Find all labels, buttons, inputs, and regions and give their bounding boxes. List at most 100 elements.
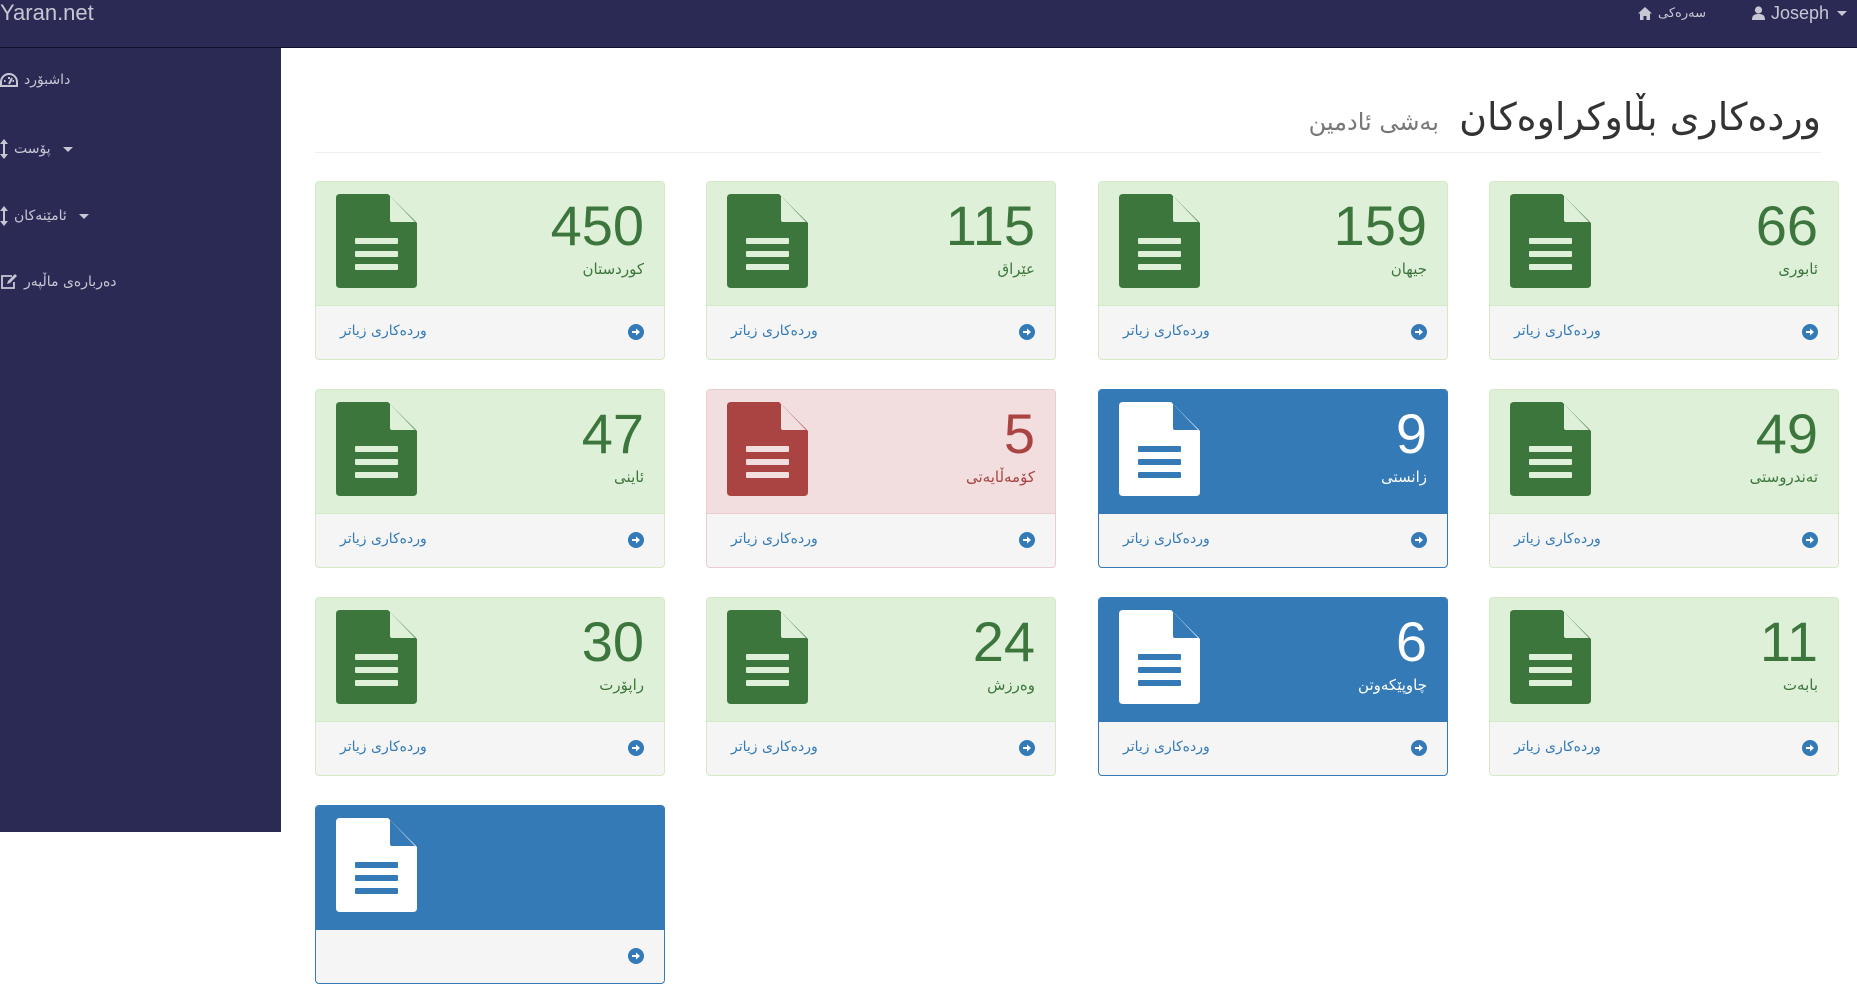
panel-count: 11 — [1759, 610, 1818, 673]
panel-heading: 11 بابەت — [1490, 598, 1838, 722]
arrow-circle-right-icon — [1802, 532, 1818, 548]
arrow-circle-right-icon — [628, 324, 644, 340]
panel-heading: 5 کۆمەڵایەتی — [707, 390, 1055, 514]
user-icon — [1752, 6, 1765, 20]
panel-heading: 9 زانستی — [1099, 390, 1447, 514]
sort-arrows-icon — [0, 139, 8, 159]
panel-category: جیهان — [1390, 260, 1427, 278]
user-menu[interactable]: Joseph — [1752, 2, 1848, 24]
view-details-link[interactable]: وردەکاری زیاتر — [316, 514, 664, 567]
sidebar-item-label: داشبۆرد — [24, 72, 71, 88]
view-details-label: وردەکاری زیاتر — [731, 323, 818, 339]
view-details-link[interactable] — [316, 930, 664, 983]
user-name: Joseph — [1771, 2, 1830, 23]
view-details-link[interactable]: وردەکاری زیاتر — [707, 514, 1055, 567]
view-details-label: وردەکاری زیاتر — [1514, 323, 1601, 339]
panel-count: 30 — [581, 610, 644, 673]
sidebar: داشبۆرد پۆست ئامێنەکان دەربارەی ماڵپەر — [0, 48, 281, 832]
brand-link[interactable]: Yaran.net — [0, 0, 94, 28]
document-icon — [336, 194, 417, 288]
view-details-link[interactable]: وردەکاری زیاتر — [1490, 306, 1838, 359]
panel-heading: 66 ئابوری — [1490, 182, 1838, 306]
panel-heading: 6 چاوپێکەوتن — [1099, 598, 1447, 722]
view-details-label: وردەکاری زیاتر — [731, 531, 818, 547]
panel-count: 450 — [550, 194, 644, 257]
document-icon — [336, 610, 417, 704]
view-details-link[interactable]: وردەکاری زیاتر — [707, 722, 1055, 775]
page-title: وردەکاری بڵاوکراوەکان بەشی ئادمین — [1309, 92, 1821, 147]
panel-count: 9 — [1395, 402, 1427, 465]
panel-category: ئاینی — [614, 468, 644, 486]
panel-heading: 49 تەندروستی — [1490, 390, 1838, 514]
panel-heading: 115 عێراق — [707, 182, 1055, 306]
page-title-text: وردەکاری بڵاوکراوەکان — [1459, 95, 1821, 139]
view-details-link[interactable]: وردەکاری زیاتر — [316, 722, 664, 775]
view-details-link[interactable]: وردەکاری زیاتر — [316, 306, 664, 359]
document-icon — [1510, 402, 1591, 496]
arrow-circle-right-icon — [1019, 532, 1035, 548]
panel-count: 47 — [581, 402, 644, 465]
arrow-circle-right-icon — [1019, 324, 1035, 340]
stat-panel: 66 ئابوری وردەکاری زیاتر — [1489, 181, 1839, 360]
view-details-link[interactable]: وردەکاری زیاتر — [1099, 514, 1447, 567]
arrow-circle-right-icon — [628, 948, 644, 964]
document-icon — [1510, 610, 1591, 704]
stat-panel: 47 ئاینی وردەکاری زیاتر — [315, 389, 665, 568]
sort-arrows-icon — [0, 206, 8, 226]
sidebar-item-label: ئامێنەکان — [14, 208, 67, 224]
stat-panel: 9 زانستی وردەکاری زیاتر — [1098, 389, 1448, 568]
panel-heading: 159 جیهان — [1099, 182, 1447, 306]
panel-heading — [316, 806, 664, 930]
view-details-label: وردەکاری زیاتر — [340, 531, 427, 547]
stat-panel: 159 جیهان وردەکاری زیاتر — [1098, 181, 1448, 360]
panel-count: 5 — [1003, 402, 1035, 465]
document-icon — [336, 402, 417, 496]
sidebar-item-dashboard[interactable]: داشبۆرد — [0, 67, 70, 93]
panel-category: تەندروستی — [1749, 468, 1818, 486]
view-details-label: وردەکاری زیاتر — [340, 323, 427, 339]
arrow-circle-right-icon — [628, 740, 644, 756]
dashboard-icon — [0, 73, 18, 87]
document-icon — [1510, 194, 1591, 288]
arrow-circle-right-icon — [1411, 532, 1427, 548]
sidebar-item-label: دەربارەی ماڵپەر — [24, 274, 117, 290]
stat-panel: 6 چاوپێکەوتن وردەکاری زیاتر — [1098, 597, 1448, 776]
arrow-circle-right-icon — [1802, 324, 1818, 340]
stat-panel: 49 تەندروستی وردەکاری زیاتر — [1489, 389, 1839, 568]
document-icon — [1119, 610, 1200, 704]
view-details-label: وردەکاری زیاتر — [1123, 531, 1210, 547]
home-icon — [1638, 6, 1652, 20]
panel-category: عێراق — [997, 260, 1035, 278]
view-details-link[interactable]: وردەکاری زیاتر — [1099, 722, 1447, 775]
sidebar-item-about[interactable]: دەربارەی ماڵپەر — [0, 269, 117, 295]
view-details-link[interactable]: وردەکاری زیاتر — [1099, 306, 1447, 359]
view-details-label: وردەکاری زیاتر — [1123, 323, 1210, 339]
panel-category: کوردستان — [582, 260, 645, 278]
panel-count: 66 — [1755, 194, 1818, 257]
panel-category: ئابوری — [1778, 260, 1818, 278]
sidebar-item-posts[interactable]: پۆست — [0, 136, 73, 162]
stat-panel: 5 کۆمەڵایەتی وردەکاری زیاتر — [706, 389, 1056, 568]
home-label: سەرەکی — [1658, 5, 1706, 21]
panel-count: 159 — [1333, 194, 1427, 257]
panel-count: 115 — [945, 194, 1035, 257]
chevron-down-icon — [62, 146, 73, 152]
sidebar-item-settings[interactable]: ئامێنەکان — [0, 203, 89, 229]
top-navbar: Yaran.net سەرەکی Joseph — [0, 0, 1857, 48]
stat-panel: 24 وەرزش وردەکاری زیاتر — [706, 597, 1056, 776]
stat-panel: 450 کوردستان وردەکاری زیاتر — [315, 181, 665, 360]
page-header: وردەکاری بڵاوکراوەکان بەشی ئادمین — [315, 82, 1821, 153]
view-details-label: وردەکاری زیاتر — [1514, 531, 1601, 547]
view-details-link[interactable]: وردەکاری زیاتر — [707, 306, 1055, 359]
panel-heading: 24 وەرزش — [707, 598, 1055, 722]
panel-category: کۆمەڵایەتی — [965, 468, 1035, 486]
sidebar-item-label: پۆست — [14, 141, 51, 157]
document-icon — [727, 610, 808, 704]
document-icon — [336, 818, 417, 912]
view-details-link[interactable]: وردەکاری زیاتر — [1490, 514, 1838, 567]
panel-heading: 30 راپۆرت — [316, 598, 664, 722]
home-link[interactable]: سەرەکی — [1638, 2, 1706, 24]
view-details-link[interactable]: وردەکاری زیاتر — [1490, 722, 1838, 775]
page-subtitle: بەشی ئادمین — [1308, 108, 1439, 136]
panel-category: راپۆرت — [599, 676, 644, 694]
